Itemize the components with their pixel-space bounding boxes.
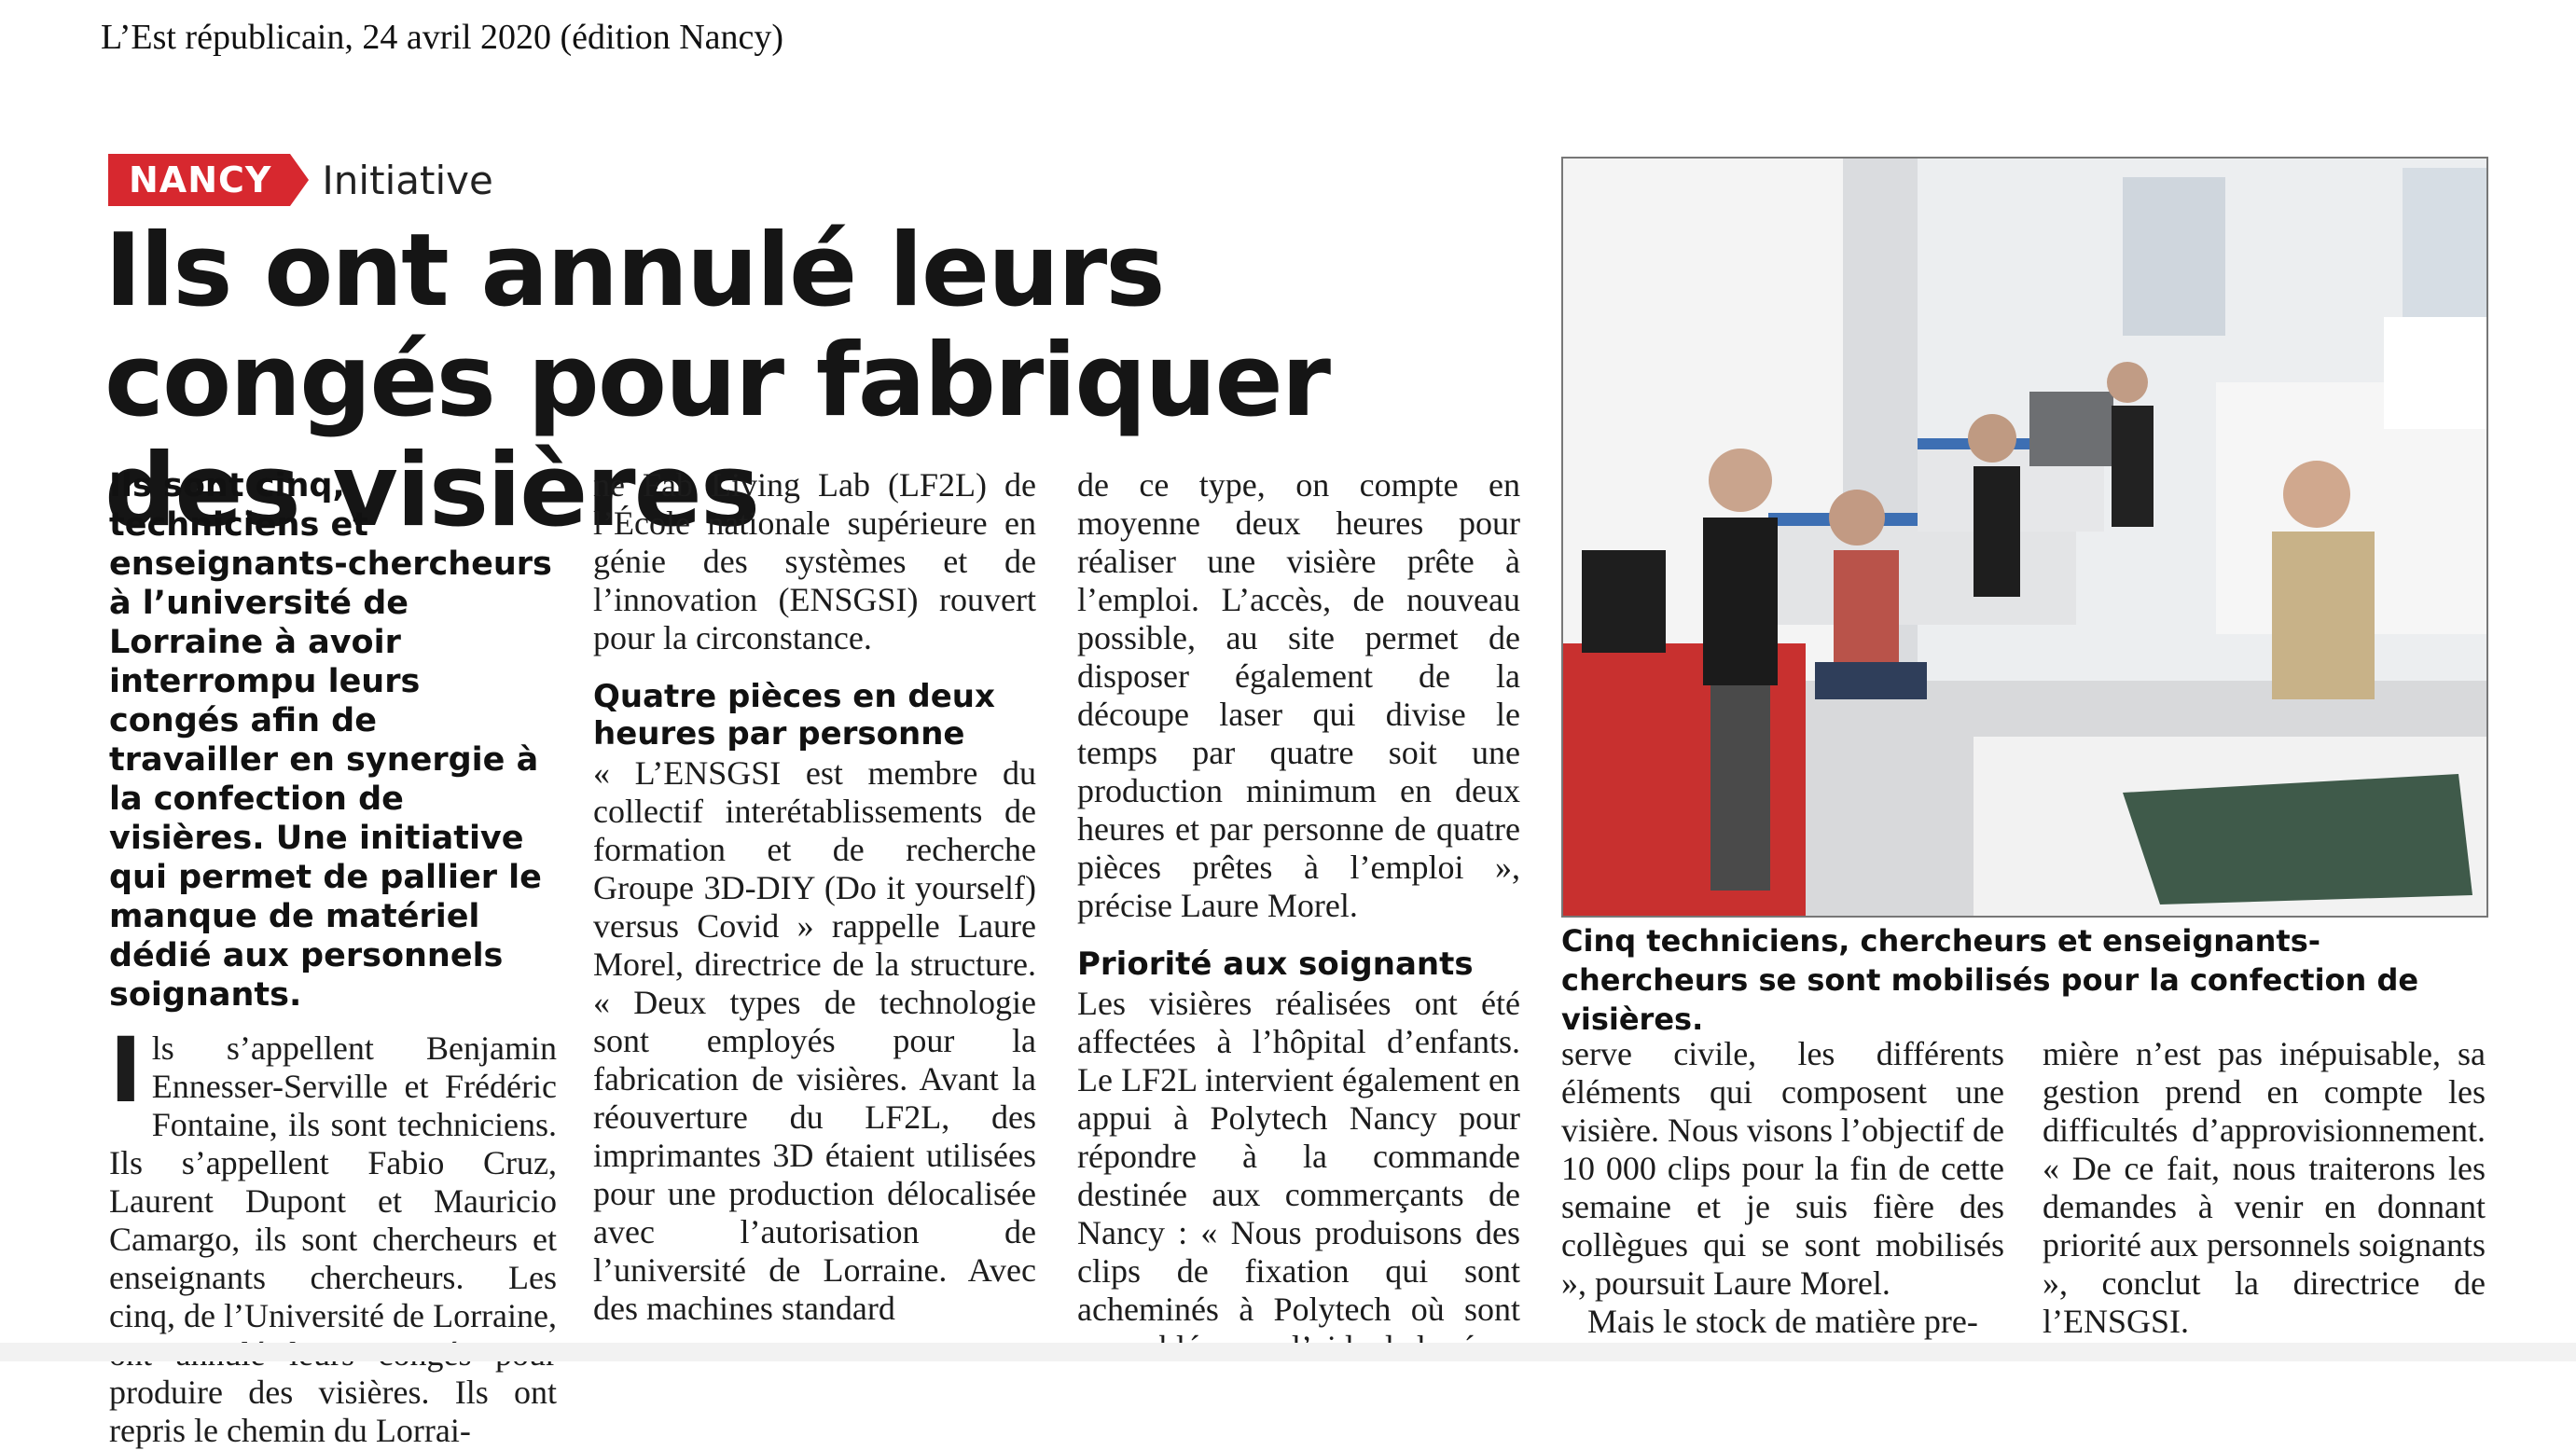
chapo: Ils sont cinq, techniciens et enseignant… <box>109 467 552 1014</box>
kicker-rubric: Initiative <box>322 157 493 203</box>
article-photo <box>1561 157 2488 918</box>
paragraph: serve civile, les différents éléments qu… <box>1561 1035 2004 1302</box>
photo-illustration <box>1563 159 2486 916</box>
paragraph: ne Fab Living Lab (LF2L) de l’École nati… <box>593 466 1036 656</box>
paragraph: Les visières réalisées ont été affectées… <box>1077 985 1520 1366</box>
article-column-3: de ce type, on compte en moyenne deux he… <box>1077 466 1520 1367</box>
paragraph: Ils s’appellent Benjamin Ennesser-Servil… <box>109 1018 557 1450</box>
paragraph: mière n’est pas inépuisable, sa gestion … <box>2043 1035 2486 1340</box>
paragraph: Mais le stock de matière pre- <box>1587 1303 1978 1340</box>
page-bottom-edge <box>0 1343 2576 1361</box>
article-column-2: ne Fab Living Lab (LF2L) de l’École nati… <box>593 466 1036 1328</box>
paragraph: de ce type, on compte en moyenne deux he… <box>1077 466 1520 924</box>
subhead: Priorité aux soignants <box>1077 946 1474 983</box>
kicker: NANCY Initiative <box>108 154 493 206</box>
source-line: L’Est républicain, 24 avril 2020 (éditio… <box>101 18 784 57</box>
subhead: Quatre pièces en deux heures par personn… <box>593 678 995 753</box>
paragraph-text: ls s’appellent Benjamin Ennesser-Servill… <box>109 1029 557 1449</box>
dropcap: I <box>109 1018 143 1123</box>
article-column-5: mière n’est pas inépuisable, sa gestion … <box>2043 1035 2486 1341</box>
paragraph: « L’ENSGSI est membre du collectif inter… <box>593 754 1036 1327</box>
article-column-4: serve civile, les différents éléments qu… <box>1561 1035 2004 1341</box>
article-column-1: Ils sont cinq, techniciens et enseignant… <box>109 466 557 1450</box>
photo-caption: Cinq techniciens, chercheurs et enseigna… <box>1561 923 2419 1037</box>
kicker-tag: NANCY <box>108 154 310 206</box>
